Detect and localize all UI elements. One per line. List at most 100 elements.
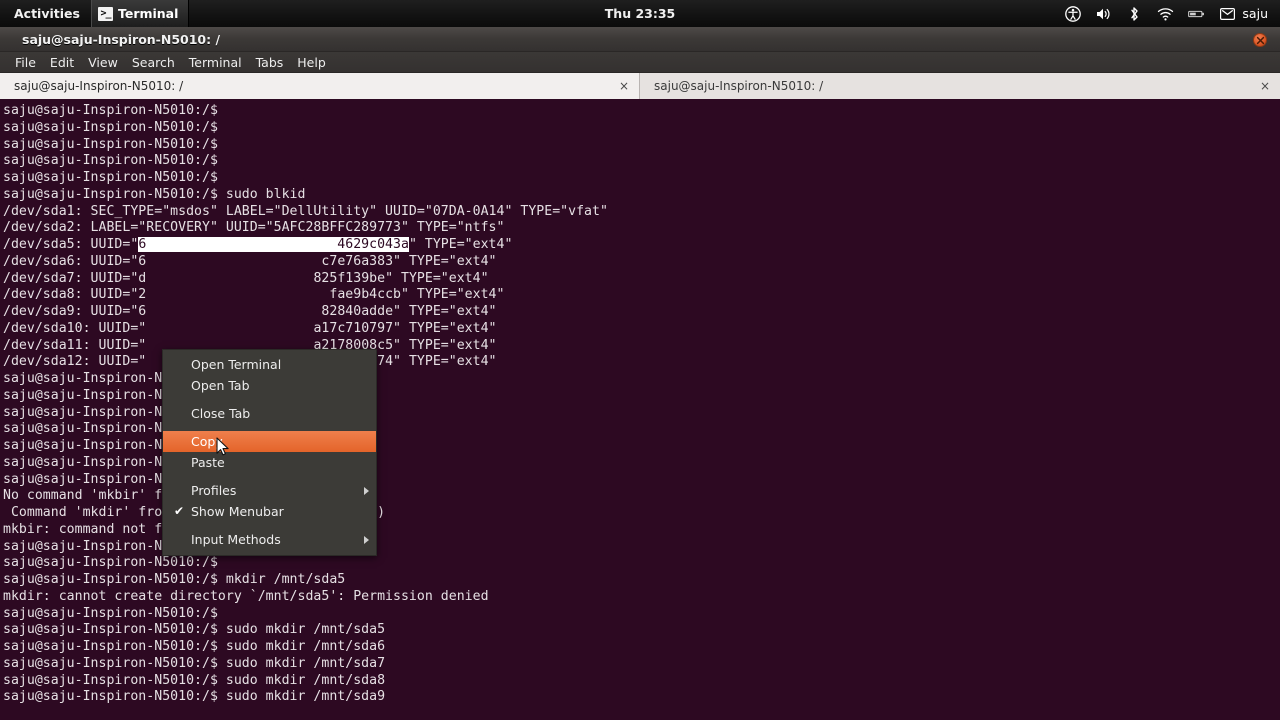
context-menu-item-close-tab[interactable]: Close Tab	[163, 403, 376, 424]
menu-view[interactable]: View	[81, 52, 125, 73]
terminal-line-part: /dev/sda10: UUID="	[3, 320, 147, 336]
terminal-line: /dev/sda10: UUID=" a17c710797" TYPE="ext…	[3, 321, 1280, 338]
terminal-line-part: a17c710797" TYPE="ext4"	[313, 320, 497, 336]
terminal-line-part: c7e76a383" TYPE="ext4"	[321, 253, 497, 269]
context-menu-item-input-methods[interactable]: Input Methods	[163, 529, 376, 550]
tab-1-close-icon[interactable]: ×	[619, 80, 629, 92]
terminal-line: /dev/sda8: UUID="2 fae9b4ccb" TYPE="ext4…	[3, 287, 1280, 304]
tab-bar: saju@saju-Inspiron-N5010: / × saju@saju-…	[0, 73, 1280, 99]
context-menu-item-open-tab[interactable]: Open Tab	[163, 375, 376, 396]
context-menu-item-paste[interactable]: Paste	[163, 452, 376, 473]
terminal-line: saju@saju-Inspiron-N5010:/$ sudo mkdir /…	[3, 672, 386, 688]
accessibility-icon[interactable]	[1064, 5, 1081, 22]
menu-tabs[interactable]: Tabs	[249, 52, 291, 73]
user-envelope-icon	[1219, 5, 1236, 22]
terminal-line: /dev/sda7: UUID="d 825f139be" TYPE="ext4…	[3, 271, 1280, 288]
terminal-line: /dev/sda6: UUID="6 c7e76a383" TYPE="ext4…	[3, 254, 1280, 271]
terminal-line: saju@saju-Inspiron-N5010:/$ sudo mkdir /…	[3, 622, 386, 638]
close-icon[interactable]	[1253, 33, 1267, 47]
context-menu-item-label: Close Tab	[191, 406, 251, 421]
app-menu-label: Terminal	[117, 6, 179, 21]
window-titlebar[interactable]: saju@saju-Inspiron-N5010: /	[0, 27, 1280, 52]
terminal-line-part: 825f139be" TYPE="ext4"	[313, 270, 489, 286]
menu-help[interactable]: Help	[290, 52, 333, 73]
terminal-line: saju@saju-Inspiron-N5010:/$	[3, 555, 218, 571]
terminal-line: saju@saju-Inspiron-N5010:/$ sudo mkdir /…	[3, 639, 386, 654]
user-name: saju	[1242, 6, 1268, 21]
context-menu-item-label: Open Terminal	[191, 357, 282, 372]
terminal-line: saju@saju-Inspiron-N5010:/$ mkdir /mnt/s…	[3, 572, 346, 587]
terminal-output-area[interactable]: saju@saju-Inspiron-N5010:/$ saju@saju-Ins…	[0, 99, 1280, 720]
terminal-tab-1[interactable]: saju@saju-Inspiron-N5010: / ×	[0, 73, 640, 99]
window-title: saju@saju-Inspiron-N5010: /	[22, 31, 221, 47]
context-menu-item-label: Copy	[191, 434, 223, 449]
terminal-line-part: /dev/sda8: UUID="2	[3, 287, 147, 303]
terminal-line: saju@saju-Inspiron-N5010:/$	[3, 153, 218, 169]
menu-search[interactable]: Search	[125, 52, 182, 73]
terminal-line-part	[146, 321, 313, 336]
context-menu-item-profiles[interactable]: Profiles	[163, 480, 376, 501]
context-menu-item-label: Open Tab	[191, 378, 250, 393]
terminal-line: saju@saju-Inspiron-N5010:/$ sudo mkdir /…	[3, 655, 386, 671]
terminal-line: saju@saju-Inspiron-N5010:/$	[3, 103, 218, 118]
gnome-top-panel: Activities >_ Terminal Thu 23:35 saju	[0, 0, 1280, 27]
terminal-line: saju@saju-Inspiron-N5010:/$ sudo blkid	[3, 186, 306, 202]
terminal-line-part: " TYPE="ext4"	[408, 237, 513, 252]
terminal-line-part: /dev/sda7: UUID="d	[3, 270, 147, 286]
menubar: File Edit View Search Terminal Tabs Help	[0, 52, 1280, 73]
context-menu-separator	[163, 424, 376, 431]
context-menu-separator	[163, 522, 376, 529]
system-tray: saju	[1064, 0, 1280, 27]
tab-2-close-icon[interactable]: ×	[1260, 80, 1270, 92]
battery-icon[interactable]	[1188, 5, 1205, 22]
user-menu[interactable]: saju	[1219, 5, 1268, 22]
context-menu-item-label: Show Menubar	[191, 504, 284, 519]
terminal-line: /dev/sda5: UUID="6 4629c043a" TYPE="ext4…	[3, 237, 1280, 254]
terminal-line-part	[146, 254, 321, 269]
menu-edit[interactable]: Edit	[43, 52, 81, 73]
terminal-context-menu: Open Terminal Open Tab Close Tab Copy Paste P…	[162, 349, 377, 556]
context-menu-item-label: Paste	[191, 455, 225, 470]
terminal-tab-2[interactable]: saju@saju-Inspiron-N5010: / ×	[640, 73, 1280, 99]
tab-1-label: saju@saju-Inspiron-N5010: /	[14, 79, 184, 93]
menu-terminal[interactable]: Terminal	[182, 52, 249, 73]
screen: Activities >_ Terminal Thu 23:35 saju sa…	[0, 0, 1280, 720]
chevron-right-icon	[364, 487, 369, 495]
volume-icon[interactable]	[1095, 5, 1112, 22]
terminal-line: saju@saju-Inspiron-N5010:/$ sudo mkdir /…	[3, 689, 386, 705]
terminal-line-part: fae9b4ccb" TYPE="ext4"	[329, 287, 505, 303]
terminal-line-part	[146, 271, 313, 286]
terminal-line-part: /dev/sda12: UUID="	[3, 354, 147, 370]
bluetooth-icon[interactable]	[1126, 5, 1143, 22]
chevron-right-icon	[364, 536, 369, 544]
terminal-line: /dev/sda9: UUID="6 82840adde" TYPE="ext4…	[3, 304, 1280, 321]
terminal-selection: 6 4629c043a	[138, 237, 409, 252]
terminal-line: saju@saju-Inspiron-N5010:/$	[3, 170, 218, 185]
terminal-line: mkdir: cannot create directory `/mnt/sda…	[3, 588, 489, 604]
terminal-line: saju@saju-Inspiron-N5010:/$	[3, 119, 218, 135]
terminal-window: saju@saju-Inspiron-N5010: / File Edit Vi…	[0, 27, 1280, 720]
terminal-line: saju@saju-Inspiron-N5010:/$	[3, 136, 218, 152]
menu-file[interactable]: File	[8, 52, 43, 73]
terminal-prompt-icon: >_	[97, 6, 113, 21]
terminal-line-part: 82840adde" TYPE="ext4"	[321, 304, 497, 319]
terminal-line-part: /dev/sda5: UUID="	[3, 237, 139, 252]
terminal-line-part	[146, 287, 329, 302]
context-menu-separator	[163, 396, 376, 403]
terminal-line: saju@saju-Inspiron-N5010:/$	[3, 605, 218, 621]
terminal-line: /dev/sda1: SEC_TYPE="msdos" LABEL="DellU…	[3, 203, 608, 219]
check-icon: ✔	[174, 504, 185, 518]
context-menu-item-open-terminal[interactable]: Open Terminal	[163, 354, 376, 375]
context-menu-separator	[163, 473, 376, 480]
context-menu-item-show-menubar[interactable]: ✔ Show Menubar	[163, 501, 376, 522]
context-menu-item-copy[interactable]: Copy	[163, 431, 376, 452]
wifi-icon[interactable]	[1157, 5, 1174, 22]
context-menu-item-label: Input Methods	[191, 532, 281, 547]
terminal-line-part: /dev/sda6: UUID="6	[3, 253, 147, 269]
terminal-line: /dev/sda2: LABEL="RECOVERY" UUID="5AFC28…	[3, 220, 505, 236]
activities-button[interactable]: Activities	[0, 0, 91, 27]
tab-2-label: saju@saju-Inspiron-N5010: /	[654, 79, 824, 93]
app-menu-terminal[interactable]: >_ Terminal	[90, 0, 190, 27]
terminal-line-part	[146, 304, 321, 319]
terminal-line-part: /dev/sda11: UUID="	[3, 337, 147, 353]
